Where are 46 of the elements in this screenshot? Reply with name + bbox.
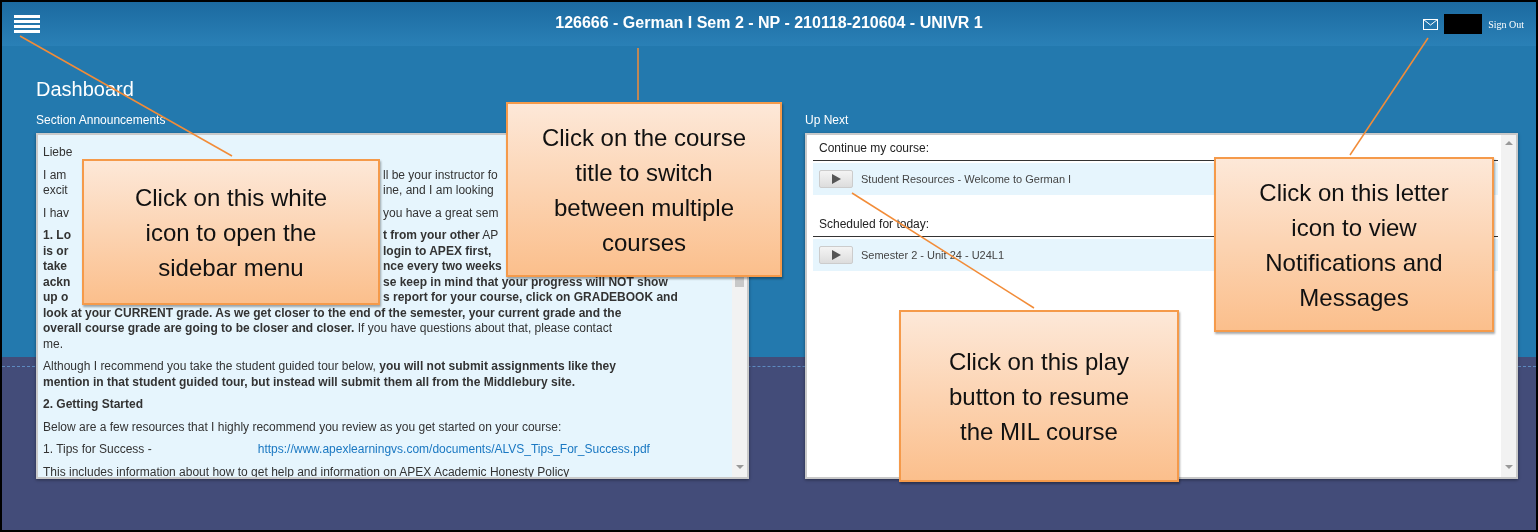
announcement-text: se keep in mind that your progress will NOT show [383,274,668,290]
announcement-text: you have a great sem [383,205,499,221]
callout-note: Click on this white icon to open the sidebar menu [82,159,380,305]
mail-icon[interactable] [1423,18,1439,30]
play-button[interactable] [819,246,853,264]
announcement-text: look at your CURRENT grade. As we get closer to the end of the semester, your current grade and the [43,305,622,321]
document-link[interactable]: https://www.apexlearningvs.com/documents/ALVS_Tips_For_Success.pdf [257,442,650,458]
announcement-text: I hav [43,205,70,221]
announcement-text: me. [43,336,63,352]
scrollbar[interactable] [1501,135,1516,477]
announcement-text: I am [43,167,68,183]
announcement-text: overall course grade are going to be closer and closer. If you have questions about that, please contact [43,321,612,337]
announcement-text: take [43,259,69,275]
announcement-text: mention in that student guided tour, but instead will submit them all from the Middlebury site. [43,374,576,390]
scrollbar[interactable] [732,277,747,477]
announcement-text: Below are a few resources that I highly recommend you review as you get started on your course: [43,419,562,435]
callout-note: Click on this letter icon to view Notifications and Messages [1214,157,1494,332]
menu-icon[interactable] [14,14,40,34]
section-label: Section Announcements [36,113,167,127]
play-button[interactable] [819,170,853,188]
play-icon [831,174,841,184]
announcement-text: Although I recommend you take the student guided tour below, you will not submit assignments like they [43,359,616,375]
announcement-text: ackn [43,274,72,290]
announcement-text: up o [43,290,70,306]
announcement-text: Liebe [43,145,74,161]
announcement-text: login to APEX first, [383,243,492,259]
announcement-text: 2. Getting Started [43,397,143,413]
announcement-text: ine, and I am looking [383,183,494,199]
announcement-text: nce every two weeks [383,259,502,275]
announcement-text: 1. Tips for Success - [43,442,152,458]
lesson-title: Student Resources - Welcome to German I [861,173,1072,185]
announcement-text: t from your other AP [383,228,499,244]
announcement-text: s report for your course, click on GRADEBOOK and [383,290,678,306]
course-title[interactable]: 126666 - German I Sem 2 - NP - 210118-210604 - UNIVR 1 [555,14,983,32]
announcement-text: excit [43,183,69,199]
redacted-name [1444,14,1483,34]
sign-out-link[interactable]: Sign Out [1488,18,1524,30]
play-icon [831,250,841,260]
lesson-title: Semester 2 - Unit 24 - U24L1 [861,249,1005,261]
section-label: Up Next [805,113,850,127]
announcement-text: ll be your instructor fo [383,167,498,183]
leader-line [637,47,639,101]
announcement-text: is or [43,243,70,259]
callout-note: Click on this play button to resume the MIL course [899,310,1179,482]
callout-note: Click on the course title to switch between multiple courses [506,102,782,277]
announcement-text: 1. Lo [43,228,72,244]
